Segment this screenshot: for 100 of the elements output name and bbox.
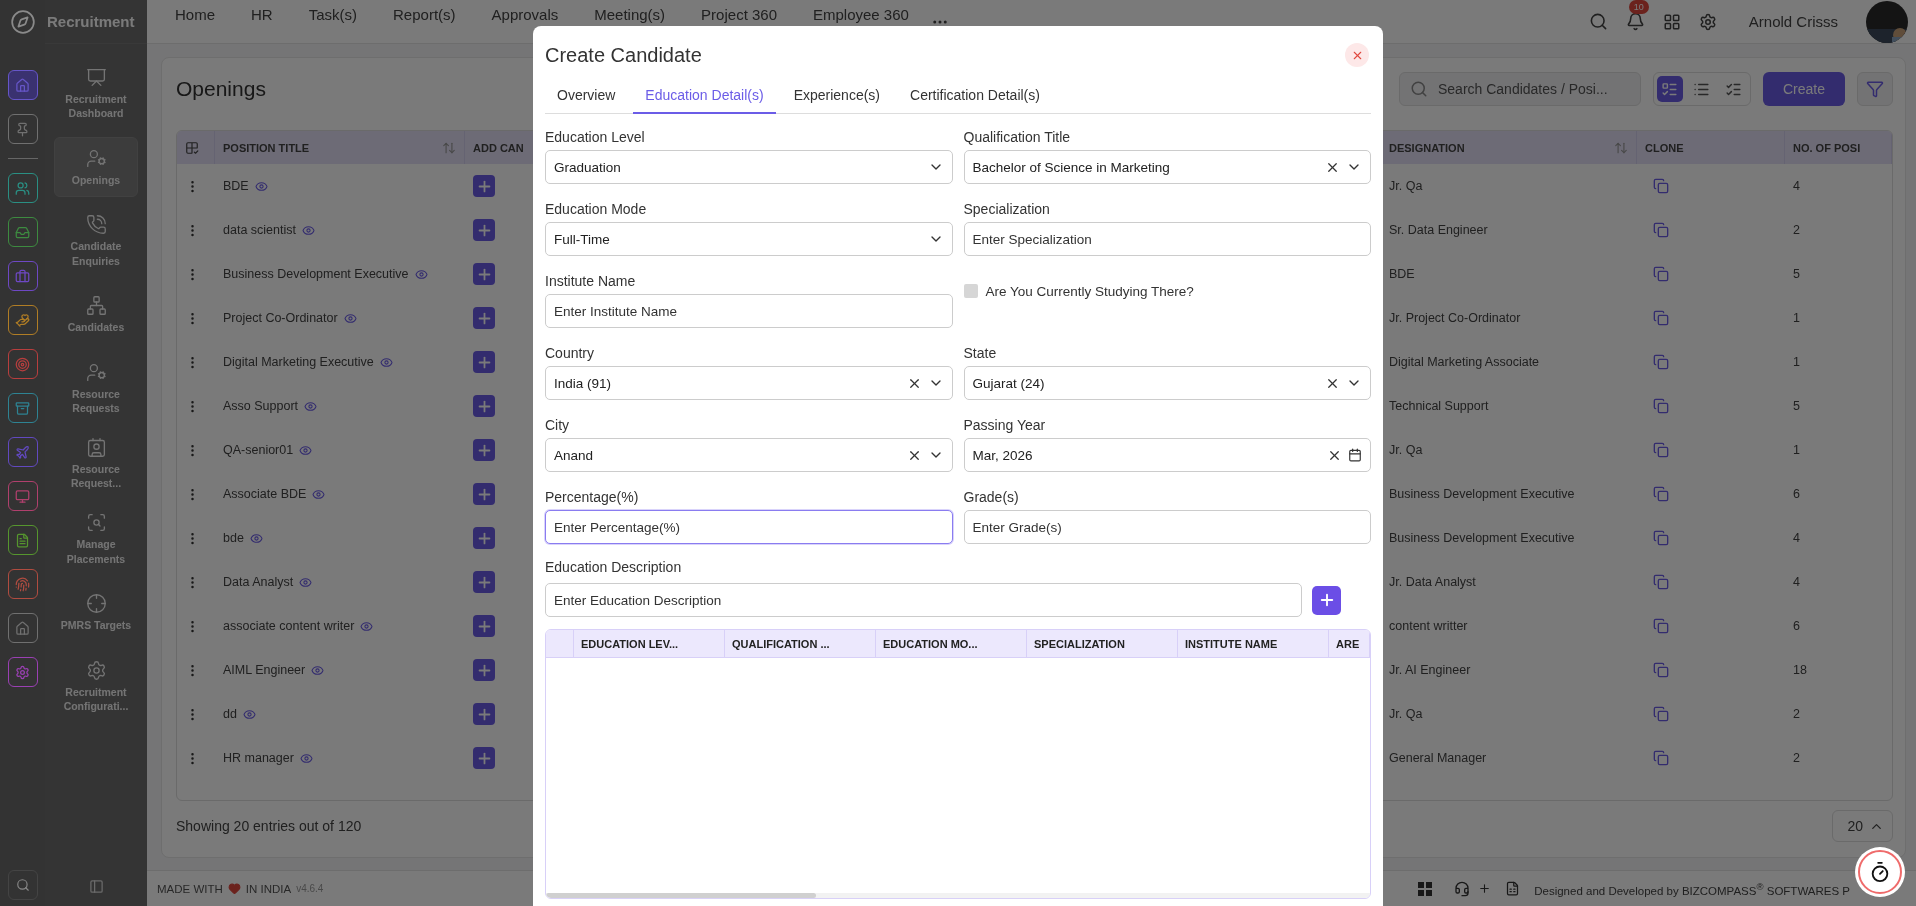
copy-icon[interactable] — [1653, 574, 1669, 590]
scrollbar-thumb[interactable] — [546, 893, 816, 898]
rail-item[interactable] — [7, 305, 38, 335]
tab[interactable]: Overview — [545, 78, 628, 114]
nav-link[interactable]: Task(s) — [308, 7, 358, 23]
rail-item[interactable] — [7, 657, 38, 687]
add-button[interactable] — [1312, 585, 1341, 615]
calendar-icon[interactable] — [1348, 448, 1362, 462]
tab[interactable]: Education Detail(s) — [633, 78, 776, 114]
sidebar-item[interactable]: Candidates — [54, 284, 138, 345]
tab[interactable]: Certification Detail(s) — [898, 78, 1052, 114]
eye-icon[interactable] — [242, 707, 256, 721]
rail-item[interactable] — [7, 525, 38, 555]
copy-icon[interactable] — [1653, 398, 1669, 414]
sidebar-item[interactable]: PMRS Targets — [54, 582, 138, 643]
copy-icon[interactable] — [1653, 530, 1669, 546]
search-button[interactable] — [7, 870, 38, 900]
eye-icon[interactable] — [311, 663, 325, 677]
sort-icon[interactable] — [1614, 140, 1628, 155]
copy-icon[interactable] — [1653, 178, 1669, 194]
nav-link[interactable]: Approvals — [491, 7, 559, 23]
copy-icon[interactable] — [1653, 442, 1669, 458]
copy-icon[interactable] — [1653, 486, 1669, 502]
eye-icon[interactable] — [299, 575, 313, 589]
filter-button[interactable] — [1857, 72, 1893, 106]
table-settings-icon[interactable] — [185, 140, 199, 155]
nav-link[interactable]: Meeting(s) — [594, 7, 666, 23]
rail-item[interactable] — [7, 613, 38, 643]
nav-link[interactable]: Project 360 — [701, 7, 777, 23]
select-field[interactable]: India (91) — [545, 366, 953, 400]
sidebar-item[interactable]: Recruitment Dashboard — [54, 62, 138, 126]
eye-icon[interactable] — [299, 443, 313, 457]
checkbox[interactable] — [963, 284, 978, 298]
eye-icon[interactable] — [360, 619, 374, 633]
input-field[interactable]: Enter Specialization — [963, 222, 1371, 256]
search-field[interactable]: Search Candidates / Posi... — [1398, 72, 1641, 106]
document-icon[interactable] — [1505, 881, 1521, 896]
rail-item[interactable] — [7, 437, 38, 467]
copy-icon[interactable] — [1653, 354, 1669, 370]
rail-item[interactable] — [7, 569, 38, 599]
select-field[interactable]: Bachelor of Science in Marketing — [963, 150, 1371, 184]
add-candidate-button[interactable] — [473, 615, 495, 637]
copy-icon[interactable] — [1653, 310, 1669, 326]
sort-icon[interactable] — [442, 140, 456, 155]
tab[interactable]: Experience(s) — [781, 78, 892, 114]
eye-icon[interactable] — [343, 311, 357, 325]
add-candidate-button[interactable] — [473, 659, 495, 681]
copy-icon[interactable] — [1653, 750, 1669, 766]
copy-icon[interactable] — [1653, 662, 1669, 678]
copy-icon[interactable] — [1653, 222, 1669, 238]
select-field[interactable]: Anand — [545, 438, 953, 472]
eye-icon[interactable] — [254, 179, 268, 193]
rail-item[interactable] — [7, 261, 38, 291]
create-button[interactable]: Create — [1762, 72, 1845, 106]
date-field[interactable]: Mar, 2026 — [963, 438, 1371, 472]
rail-item[interactable] — [7, 173, 38, 203]
add-candidate-button[interactable] — [473, 263, 495, 285]
add-candidate-button[interactable] — [473, 439, 495, 461]
nav-link[interactable]: Report(s) — [393, 7, 456, 23]
select-field[interactable]: Gujarat (24) — [963, 366, 1371, 400]
rail-item[interactable] — [7, 217, 38, 247]
page-size-select[interactable]: 20 — [1832, 810, 1893, 842]
eye-icon[interactable] — [414, 267, 428, 281]
input-field[interactable]: Enter Grade(s) — [963, 510, 1371, 544]
input-field[interactable]: Enter Education Description — [545, 583, 1302, 617]
apps-grid-icon[interactable] — [1662, 12, 1681, 31]
timer-button[interactable] — [1858, 850, 1902, 894]
sidebar-item[interactable]: Resource Requests — [54, 356, 138, 421]
eye-icon[interactable] — [379, 355, 393, 369]
headset-icon[interactable] — [1454, 880, 1471, 897]
view-button[interactable] — [1656, 76, 1683, 102]
sidebar-item[interactable]: Resource Request... — [54, 432, 138, 496]
rail-item[interactable] — [7, 70, 38, 100]
rail-item[interactable] — [7, 349, 38, 379]
add-candidate-button[interactable] — [473, 527, 495, 549]
search-icon[interactable] — [1588, 12, 1608, 31]
sidebar-item[interactable]: Candidate Enquiries — [54, 209, 138, 273]
windows-icon[interactable] — [1418, 881, 1433, 896]
eye-icon[interactable] — [304, 399, 318, 413]
plus-icon[interactable] — [1478, 882, 1492, 895]
eye-icon[interactable] — [299, 751, 313, 765]
input-field[interactable]: Enter Percentage(%) — [545, 510, 953, 544]
sidebar-item[interactable]: Recruitment Configurati... — [54, 654, 138, 719]
collapse-sidebar-icon[interactable] — [88, 878, 104, 894]
add-candidate-button[interactable] — [473, 747, 495, 769]
nav-link[interactable]: Employee 360 — [813, 7, 909, 23]
rail-item[interactable] — [7, 393, 38, 423]
sidebar-item[interactable]: Manage Placements — [54, 507, 138, 571]
compass-logo-icon[interactable] — [9, 9, 36, 35]
settings-icon[interactable] — [1698, 12, 1717, 31]
copy-icon[interactable] — [1653, 618, 1669, 634]
add-candidate-button[interactable] — [473, 703, 495, 725]
eye-icon[interactable] — [312, 487, 326, 501]
input-field[interactable]: Enter Institute Name — [545, 294, 953, 328]
nav-link[interactable]: Home — [175, 7, 215, 23]
nav-link[interactable]: HR — [251, 7, 273, 23]
add-candidate-button[interactable] — [473, 395, 495, 417]
add-candidate-button[interactable] — [473, 175, 495, 197]
add-candidate-button[interactable] — [473, 351, 495, 373]
select-field[interactable]: Full-Time — [545, 222, 953, 256]
